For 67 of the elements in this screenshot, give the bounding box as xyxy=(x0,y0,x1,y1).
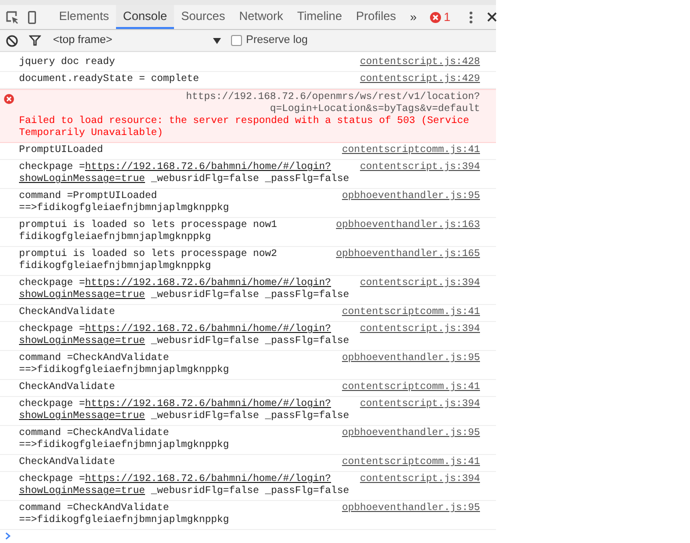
log-message: checkpage =https://192.168.72.6/bahmni/home/#/login? showLoginMessage=true _webusridFlg=false _passFlg=false xyxy=(19,162,350,186)
url-link[interactable]: showLoginMessage=true xyxy=(19,336,146,347)
error-icon xyxy=(430,12,441,22)
log-message: CheckAndValidate xyxy=(19,382,116,394)
log-message: checkpage =https://192.168.72.6/bahmni/home/#/login? showLoginMessage=true _webusridFlg=false _passFlg=false xyxy=(19,474,350,498)
source-link[interactable]: opbhoeventhandler.js:165 xyxy=(336,249,480,261)
source-link[interactable]: contentscriptcomm.js:41 xyxy=(342,457,480,469)
source-link[interactable]: opbhoeventhandler.js:95 xyxy=(342,191,480,203)
url-link[interactable]: https://192.168.72.6/bahmni/home/#/login? xyxy=(85,399,332,410)
dropdown-arrow-icon xyxy=(213,38,221,44)
panel-tab[interactable]: Console xyxy=(116,5,174,29)
url-link[interactable]: showLoginMessage=true xyxy=(19,290,146,301)
log-message: CheckAndValidate xyxy=(19,307,116,319)
source-link[interactable]: contentscriptcomm.js:41 xyxy=(342,145,480,157)
preserve-log-label: Preserve log xyxy=(246,33,308,48)
source-link[interactable]: opbhoeventhandler.js:95 xyxy=(342,503,480,515)
close-icon[interactable] xyxy=(487,12,498,22)
source-link[interactable]: opbhoeventhandler.js:95 xyxy=(342,353,480,365)
filter-icon[interactable] xyxy=(29,35,41,46)
error-icon xyxy=(4,94,14,104)
more-options-icon[interactable] xyxy=(469,10,474,24)
log-message: promptui is loaded so lets processpage now2 fidikogfgleiaefnjbmnjaplmgknppkg xyxy=(19,249,278,273)
source-link[interactable]: opbhoeventhandler.js:163 xyxy=(336,220,480,232)
panel-tab[interactable]: Timeline xyxy=(290,5,350,29)
inspect-element-icon[interactable] xyxy=(6,10,19,24)
device-mode-icon[interactable] xyxy=(28,10,36,24)
log-message: checkpage =https://192.168.72.6/bahmni/home/#/login? showLoginMessage=true _webusridFlg=false _passFlg=false xyxy=(19,399,350,423)
source-link[interactable]: contentscriptcomm.js:41 xyxy=(342,382,480,394)
url-link[interactable]: showLoginMessage=true xyxy=(19,486,146,497)
source-link[interactable]: contentscript.js:394 xyxy=(360,474,480,486)
preserve-log-checkbox[interactable] xyxy=(231,35,242,46)
error-count[interactable]: 1 xyxy=(444,8,450,26)
log-message: CheckAndValidate xyxy=(19,457,116,469)
clear-console-icon[interactable] xyxy=(6,34,18,46)
source-link[interactable]: contentscript.js:394 xyxy=(360,162,480,174)
url-link[interactable]: https://192.168.72.6/bahmni/home/#/login? xyxy=(85,278,332,289)
prompt-chevron-icon[interactable] xyxy=(5,532,11,540)
source-link[interactable]: contentscript.js:394 xyxy=(360,324,480,336)
log-message: command =CheckAndValidate ==>fidikogfgleiaefnjbmnjaplmgknppkg xyxy=(19,353,230,377)
url-link[interactable]: https://192.168.72.6/bahmni/home/#/login? xyxy=(85,162,332,173)
panel-tab[interactable]: Sources xyxy=(174,5,232,29)
log-message: command =PromptUILoaded ==>fidikogfgleiaefnjbmnjaplmgknppkg xyxy=(19,191,230,215)
error-text: Failed to load resource: the server responded with a status of 503 (Service Temporarily Unavailable) xyxy=(19,116,470,140)
log-message: command =CheckAndValidate ==>fidikogfgleiaefnjbmnjaplmgknppkg xyxy=(19,503,230,527)
context-select[interactable]: <top frame> xyxy=(51,32,221,49)
log-message: promptui is loaded so lets processpage now1 fidikogfgleiaefnjbmnjaplmgknppkg xyxy=(19,220,278,244)
source-link[interactable]: contentscript.js:428 xyxy=(360,57,480,69)
log-message: checkpage =https://192.168.72.6/bahmni/home/#/login? showLoginMessage=true _webusridFlg=false _passFlg=false xyxy=(19,324,350,348)
url-link[interactable]: https://192.168.72.6/bahmni/home/#/login? xyxy=(85,474,332,485)
log-message: document.readyState = complete xyxy=(19,74,200,86)
log-message: jquery doc ready xyxy=(19,57,116,69)
source-link[interactable]: contentscript.js:429 xyxy=(360,74,480,86)
url-link[interactable]: showLoginMessage=true xyxy=(19,411,146,422)
log-message: PromptUILoaded xyxy=(19,145,104,157)
more-tabs-button[interactable]: » xyxy=(403,5,424,29)
panel-tab[interactable]: Network xyxy=(232,5,290,29)
source-link[interactable]: contentscriptcomm.js:41 xyxy=(342,307,480,319)
url-link[interactable]: https://192.168.72.6/bahmni/home/#/login? xyxy=(85,324,332,335)
source-url[interactable]: https://192.168.72.6/openmrs/ws/rest/v1/location? q=Login+Location&s=byTags&v=default xyxy=(19,92,480,116)
panel-tab[interactable]: Profiles xyxy=(349,5,404,29)
log-message: checkpage =https://192.168.72.6/bahmni/home/#/login? showLoginMessage=true _webusridFlg=false _passFlg=false xyxy=(19,278,350,302)
source-link[interactable]: contentscript.js:394 xyxy=(360,278,480,290)
source-link[interactable]: contentscript.js:394 xyxy=(360,399,480,411)
log-message: command =CheckAndValidate ==>fidikogfgleiaefnjbmnjaplmgknppkg xyxy=(19,428,230,452)
url-link[interactable]: showLoginMessage=true xyxy=(19,174,146,185)
source-link[interactable]: opbhoeventhandler.js:95 xyxy=(342,428,480,440)
panel-tab[interactable]: Elements xyxy=(52,5,116,29)
